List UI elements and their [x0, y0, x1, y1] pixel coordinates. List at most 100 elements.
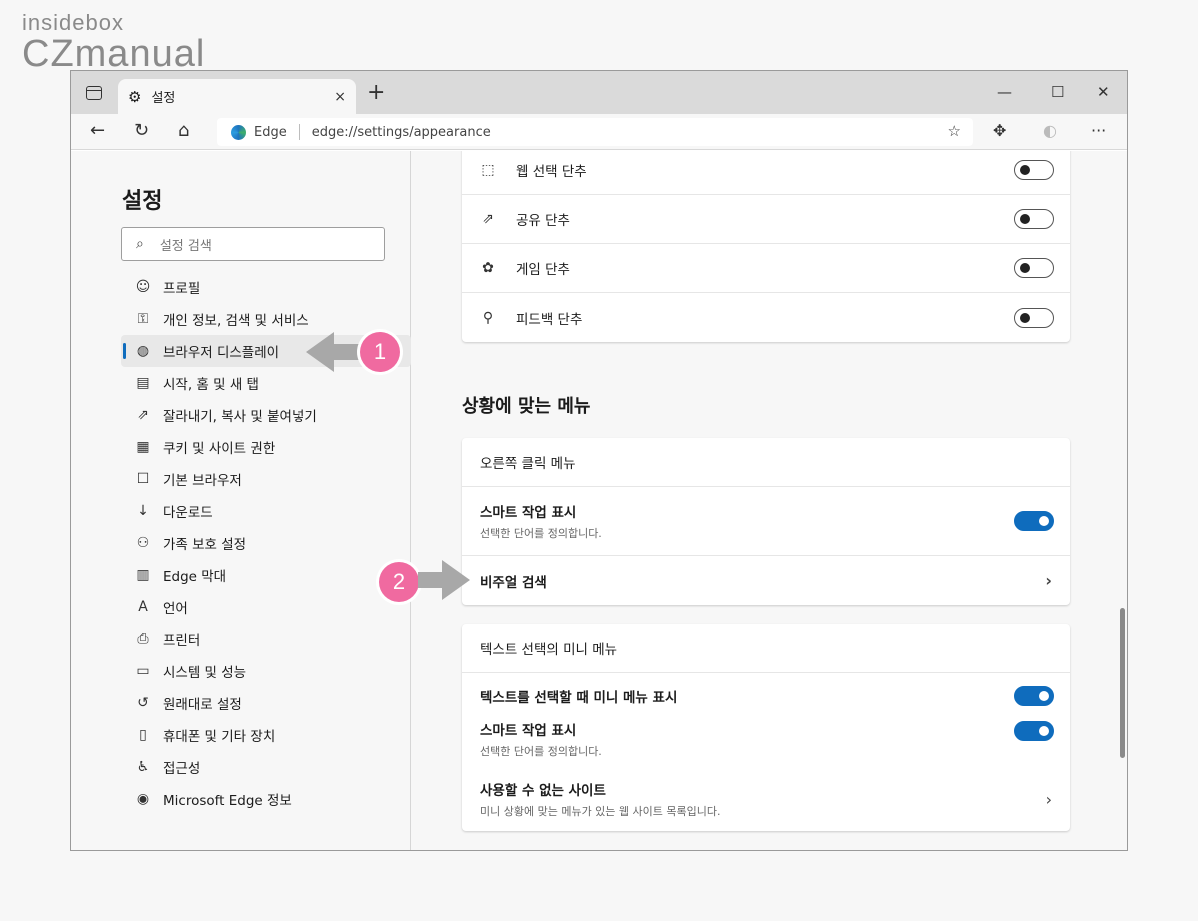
accessibility-icon: ♿	[136, 759, 150, 775]
tab-title: 설정	[151, 91, 176, 106]
visual-search-label: 비주얼 검색	[480, 574, 547, 591]
sidebar-item[interactable]: ↺ 원래대로 설정	[121, 687, 411, 719]
share-icon: ⇗	[137, 407, 149, 423]
toolbar-button-toggle[interactable]	[1014, 258, 1054, 278]
printer-icon: ⎙	[137, 631, 149, 647]
sidebar-item-label: 접근성	[163, 761, 201, 777]
sidebar-item-label: 잘라내기, 복사 및 붙여넣기	[163, 409, 317, 425]
sidebar-item-label: 가족 보호 설정	[163, 537, 247, 553]
mini-smart-action-toggle[interactable]	[1014, 721, 1054, 741]
close-window-button[interactable]: ✕	[1097, 83, 1110, 101]
more-options-icon[interactable]: ···	[1091, 121, 1106, 140]
toolbar-button-row: ✿ 게임 단추	[462, 244, 1070, 293]
sidebar-item[interactable]: ☐ 기본 브라우저	[121, 463, 411, 495]
mini-menu-show-toggle[interactable]	[1014, 686, 1054, 706]
right-click-header: 오른쪽 클릭 메뉴	[462, 438, 1070, 487]
sidebar-item[interactable]: ☺ 프로필	[121, 271, 411, 303]
close-tab-icon[interactable]: ×	[334, 89, 346, 105]
right-click-menu-card: 오른쪽 클릭 메뉴 스마트 작업 표시 선택한 단어를 정의합니다. 비주얼 검…	[462, 438, 1070, 605]
mini-smart-action-row: 스마트 작업 표시 선택한 단어를 정의합니다.	[462, 719, 1070, 769]
add-favorite-icon[interactable]: ☆	[948, 122, 961, 140]
toolbar-button-row: ⚲ 피드백 단추	[462, 293, 1070, 342]
reset-icon: ↺	[137, 695, 149, 711]
edge-icon: ◉	[136, 791, 150, 807]
sidebar-item[interactable]: A 언어	[121, 591, 411, 623]
url-brand: Edge	[254, 124, 287, 140]
annotation-badge-1: 1	[360, 332, 400, 372]
sidebar-item[interactable]: ▤ 시작, 홈 및 새 탭	[121, 367, 411, 399]
sidebar-item[interactable]: ⚇ 가족 보호 설정	[121, 527, 411, 559]
minimize-button[interactable]: —	[997, 83, 1012, 101]
toolbar-button-label: 게임 단추	[516, 262, 570, 278]
sidebar-item[interactable]: ⇗ 잘라내기, 복사 및 붙여넣기	[121, 399, 411, 431]
sidebar-title: 설정	[122, 189, 163, 214]
sidebar-item[interactable]: ▭ 시스템 및 성능	[121, 655, 411, 687]
sidebar-item-label: 시스템 및 성능	[163, 665, 247, 681]
url-input[interactable]: Edge edge://settings/appearance ☆	[217, 118, 973, 146]
smart-action-row: 스마트 작업 표시 선택한 단어를 정의합니다.	[462, 487, 1070, 556]
sidebar-item[interactable]: ⚿ 개인 정보, 검색 및 서비스	[121, 303, 411, 335]
annotation-badge-2: 2	[379, 562, 419, 602]
smart-action-desc: 선택한 단어를 정의합니다.	[480, 527, 602, 540]
settings-content: 설정 ⌕ 설정 검색 ☺ 프로필 ⚿ 개인 정보, 검색 및 서비스 ◍ 브라우저 디스플…	[71, 151, 1127, 850]
feedback-icon: ⚲	[482, 309, 494, 326]
toolbar-button-row: ⬚ 웹 선택 단추	[462, 151, 1070, 195]
toolbar-button-toggle[interactable]	[1014, 160, 1054, 180]
chevron-right-icon: ›	[1045, 790, 1052, 809]
sidebar-item-label: 시작, 홈 및 새 탭	[163, 377, 259, 393]
annotation-arrow-1	[306, 332, 364, 372]
gear-icon: ⚙	[128, 87, 142, 106]
sidebar-item[interactable]: ▯ 휴대폰 및 기타 장치	[121, 719, 411, 751]
sidebar-item[interactable]: ▦ 쿠키 및 사이트 권한	[121, 431, 411, 463]
sidebar-item-label: 언어	[163, 601, 188, 617]
refresh-button[interactable]: ↻	[134, 120, 149, 141]
right-click-header-label: 오른쪽 클릭 메뉴	[480, 456, 576, 472]
sidebar-item-label: 프로필	[163, 281, 201, 297]
download-icon: ↓	[137, 503, 149, 519]
blocked-sites-label: 사용할 수 없는 사이트	[480, 783, 606, 799]
back-button[interactable]: ←	[90, 120, 105, 141]
phone-icon: ▯	[139, 727, 147, 743]
scrollbar-thumb[interactable]	[1120, 608, 1125, 758]
settings-main: ⬚ 웹 선택 단추 ⇗ 공유 단추 ✿ 게임 단추 ⚲ 피드백 단추 상황에 맞는 메뉴 오른…	[412, 151, 1127, 850]
sidebar-item[interactable]: ▥ Edge 막대	[121, 559, 411, 591]
sidebar-item-label: Microsoft Edge 정보	[163, 793, 292, 809]
sidebar-item-label: 브라우저 디스플레이	[163, 345, 280, 361]
sidebar-item[interactable]: ⎙ 프린터	[121, 623, 411, 655]
new-tab-button[interactable]: +	[367, 81, 385, 105]
watermark-line2: CZmanual	[22, 33, 206, 75]
toolbar-button-toggle[interactable]	[1014, 209, 1054, 229]
watermark-logo: insidebox CZmanual	[22, 10, 206, 75]
url-divider	[298, 124, 300, 140]
extensions-icon[interactable]: ✥	[993, 121, 1006, 140]
smart-action-label: 스마트 작업 표시	[480, 505, 577, 521]
sidebar-item-label: 쿠키 및 사이트 권한	[163, 441, 276, 457]
profile-toggle-icon[interactable]: ◐	[1043, 121, 1057, 140]
annotation-arrow-2	[418, 560, 470, 600]
settings-search-input[interactable]: ⌕ 설정 검색	[121, 227, 385, 261]
search-icon: ⌕	[136, 236, 144, 252]
visual-search-row[interactable]: 비주얼 검색 ›	[462, 556, 1070, 605]
tab-settings[interactable]: ⚙ 설정 ×	[118, 79, 356, 114]
sidebar-item-label: 원래대로 설정	[163, 697, 242, 713]
sidebar-item[interactable]: ♿ 접근성	[121, 751, 411, 783]
mini-menu-show-label: 텍스트를 선택할 때 미니 메뉴 표시	[480, 690, 678, 706]
mini-menu-card: 텍스트 선택의 미니 메뉴 텍스트를 선택할 때 미니 메뉴 표시 스마트 작업…	[462, 624, 1070, 831]
mini-menu-header-label: 텍스트 선택의 미니 메뉴	[480, 642, 618, 658]
blocked-sites-row[interactable]: 사용할 수 없는 사이트 미니 상황에 맞는 메뉴가 있는 웹 사이트 목록입니…	[462, 769, 1070, 831]
toolbar-button-toggle[interactable]	[1014, 307, 1054, 328]
tab-actions-icon[interactable]	[86, 86, 102, 100]
profile-icon: ☺	[135, 279, 151, 295]
address-bar: ← ↻ ⌂ Edge edge://settings/appearance ☆ …	[71, 114, 1127, 150]
sidebar-item[interactable]: ↓ 다운로드	[121, 495, 411, 527]
cookie-icon: ▦	[136, 439, 150, 455]
smart-action-toggle[interactable]	[1014, 511, 1054, 531]
sidebar-item[interactable]: ◉ Microsoft Edge 정보	[121, 783, 411, 815]
browser-window: ⚙ 설정 × + — ☐ ✕ ← ↻ ⌂ Edge edge://setting…	[70, 70, 1128, 851]
section-title-context-menu: 상황에 맞는 메뉴	[462, 396, 591, 417]
maximize-button[interactable]: ☐	[1051, 83, 1064, 101]
mini-menu-show-row: 텍스트를 선택할 때 미니 메뉴 표시	[462, 673, 1070, 719]
toolbar-button-label: 공유 단추	[516, 213, 570, 229]
home-button[interactable]: ⌂	[178, 120, 189, 141]
toolbar-button-label: 웹 선택 단추	[516, 164, 587, 180]
